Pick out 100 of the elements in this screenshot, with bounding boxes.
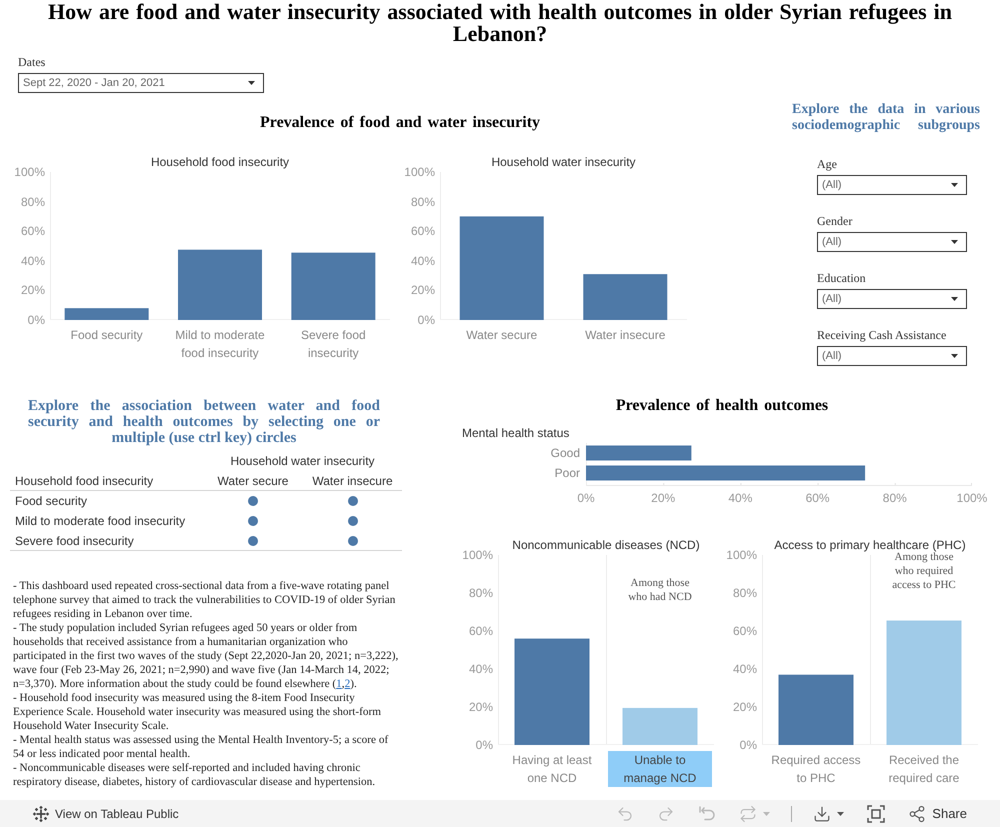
chart-title: Access to primary healthcare (PHC)	[774, 537, 966, 552]
filter-dropdown[interactable]: (All)	[817, 346, 967, 366]
axis-tick-label: 80%	[732, 586, 757, 600]
chart-title: Household water insecurity	[491, 154, 636, 170]
circle-marker[interactable]	[248, 536, 258, 546]
column-group-header: Household water insecurity	[230, 453, 375, 470]
refresh-icon	[739, 804, 758, 822]
axis-category-label: Required access to PHC	[770, 752, 862, 787]
filter-label: Receiving Cash Assistance	[817, 328, 946, 342]
chart-annotation: Among those who required access to PHC	[891, 551, 956, 592]
note-paragraph: - The study population included Syrian refugees aged 50 years or older from households that received assistance from a humanitarian organization who participated in the first two waves of the study (Sept 22,2020-Jan 20, 2021; n=3,222), wave four (Feb 23-May 26, 2021; n=2,990) and wave five (Jan 14-March 14, 2022; n=3,370). More information about the study could be found elsewhere (1,2).	[13, 621, 399, 691]
axis-category-label: Unable to manage NCD	[608, 751, 712, 787]
axis-tick-label: 40%	[20, 254, 45, 268]
filter-dropdown[interactable]: (All)	[817, 289, 967, 309]
row-label: Food security	[15, 493, 88, 510]
revert-icon	[698, 804, 716, 822]
note-paragraph: - This dashboard used repeated cross-sectional data from a five-wave rotating panel telephone survey that aimed to track the vulnerabilities to COVID-19 of older Syrian refugees residing in Lebanon over time.	[13, 579, 396, 621]
axis-category-label: Mild to moderate food insecurity	[174, 327, 266, 362]
axis-tick-label: 60%	[732, 624, 757, 638]
axis-tick-label: 80%	[410, 194, 435, 209]
filter-label: Education	[817, 271, 866, 285]
axis-category-label: Received the required care	[888, 752, 960, 787]
axis-category-label: Severe food insecurity	[300, 327, 367, 362]
chart-annotation: Among those who had NCD	[627, 576, 693, 604]
note-paragraph: - Noncommunicable diseases were self-reported and included having chronic respiratory disease, diabetes, history of cardiovascular disease and hypertension.	[13, 761, 376, 789]
axis-tick-label: 40%	[732, 662, 757, 676]
section-heading: Explore the data in various sociodemographic subgroups	[792, 102, 980, 134]
axis-tick-label: 60%	[410, 224, 435, 238]
view-on-tableau-link[interactable]: View on Tableau Public	[55, 804, 179, 822]
axis-category-label: Having at least one NCD	[511, 752, 593, 787]
caret-icon	[837, 812, 844, 816]
axis-tick-label: 60%	[806, 491, 830, 505]
axis-tick-label: 0%	[577, 491, 595, 505]
filter-dropdown[interactable]: (All)	[817, 175, 967, 195]
caret-icon	[951, 354, 958, 358]
note-paragraph: - Household food insecurity was measured using the 8-item Food Insecurity Experience Scale. Household water insecurity was measured using the short-form Household Water Insecurity Scale.	[13, 691, 382, 733]
chart-title: Noncommunicable diseases (NCD)	[512, 537, 700, 553]
axis-category-label: Good	[550, 446, 580, 460]
filter-label: Dates	[18, 55, 46, 69]
note-paragraph: - Mental health status was assessed using the Mental Health Inventory-5; a score of 54 or less indicated poor mental health.	[13, 733, 390, 761]
chart-title: Household food insecurity	[150, 154, 290, 170]
axis-tick-label: 80%	[882, 491, 907, 505]
axis-tick-label: 20%	[732, 700, 757, 714]
caret-icon	[951, 240, 958, 244]
axis-tick-label: 80%	[468, 586, 493, 600]
share-icon	[908, 804, 926, 822]
undo-icon	[616, 804, 634, 822]
axis-tick-label: 80%	[20, 194, 45, 209]
row-label: Mild to moderate food insecurity	[15, 513, 186, 530]
plus-cluster-icon	[33, 806, 49, 822]
axis-tick-label: 100%	[404, 165, 435, 179]
page-title: How are food and water insecurity associated with health outcomes in older Syrian refugees in Lebanon?	[48, 1, 952, 45]
axis-tick-label: 40%	[468, 662, 493, 676]
axis-tick-label: 0%	[740, 738, 757, 752]
axis-tick-label: 20%	[410, 283, 435, 298]
axis-tick-label: 100%	[956, 491, 988, 505]
axis-category-label: Poor	[554, 466, 580, 480]
axis-tick-label: 0%	[476, 738, 493, 752]
filter-dropdown[interactable]: (All)	[817, 232, 967, 252]
circle-marker[interactable]	[248, 516, 258, 526]
axis-tick-label: 40%	[728, 491, 752, 505]
axis-title: Mental health status	[462, 425, 570, 441]
axis-tick-label: 20%	[20, 283, 45, 298]
row-label: Severe food insecurity	[15, 532, 134, 550]
circle-marker[interactable]	[348, 496, 358, 506]
redo-icon	[657, 804, 676, 822]
caret-icon	[763, 812, 770, 816]
caret-icon	[951, 183, 958, 187]
filter-label: Age	[817, 157, 837, 171]
axis-tick-label: 0%	[418, 313, 435, 327]
axis-tick-label: 60%	[468, 624, 493, 638]
circle-marker[interactable]	[248, 496, 258, 506]
axis-category-label: Water secure	[465, 327, 538, 344]
axis-category-label: Food security	[70, 327, 144, 344]
section-heading: Explore the association between water and food security and health outcomes by selecting one or multiple (use ctrl key) circles	[28, 398, 380, 446]
fullscreen-icon	[867, 804, 886, 822]
axis-tick-label: 20%	[468, 700, 493, 714]
column-header: Water secure	[218, 472, 288, 490]
axis-tick-label: 100%	[726, 548, 757, 562]
caret-icon	[951, 297, 958, 301]
row-header: Household food insecurity	[15, 472, 154, 490]
axis-tick-label: 0%	[28, 313, 45, 327]
column-header: Water insecure	[312, 472, 393, 490]
axis-tick-label: 100%	[462, 548, 493, 562]
section-heading: Prevalence of food and water insecurity	[260, 113, 540, 132]
reference-link[interactable]: 1	[336, 678, 342, 690]
reference-link[interactable]: 2	[344, 678, 350, 690]
axis-category-label: Water insecure	[584, 327, 666, 344]
circle-marker[interactable]	[348, 536, 358, 546]
section-heading: Prevalence of health outcomes	[616, 397, 828, 415]
download-icon	[813, 804, 832, 822]
axis-tick-label: 60%	[20, 224, 45, 238]
axis-tick-label: 100%	[14, 165, 45, 179]
caret-icon	[248, 81, 255, 85]
date-dropdown[interactable]: Sept 22, 2020 - Jan 20, 2021	[18, 73, 264, 93]
axis-tick-label: 20%	[651, 491, 676, 505]
axis-tick-label: 40%	[410, 254, 435, 268]
filter-label: Gender	[817, 214, 852, 228]
share-button[interactable]: Share	[898, 800, 977, 827]
circle-marker[interactable]	[348, 516, 358, 526]
